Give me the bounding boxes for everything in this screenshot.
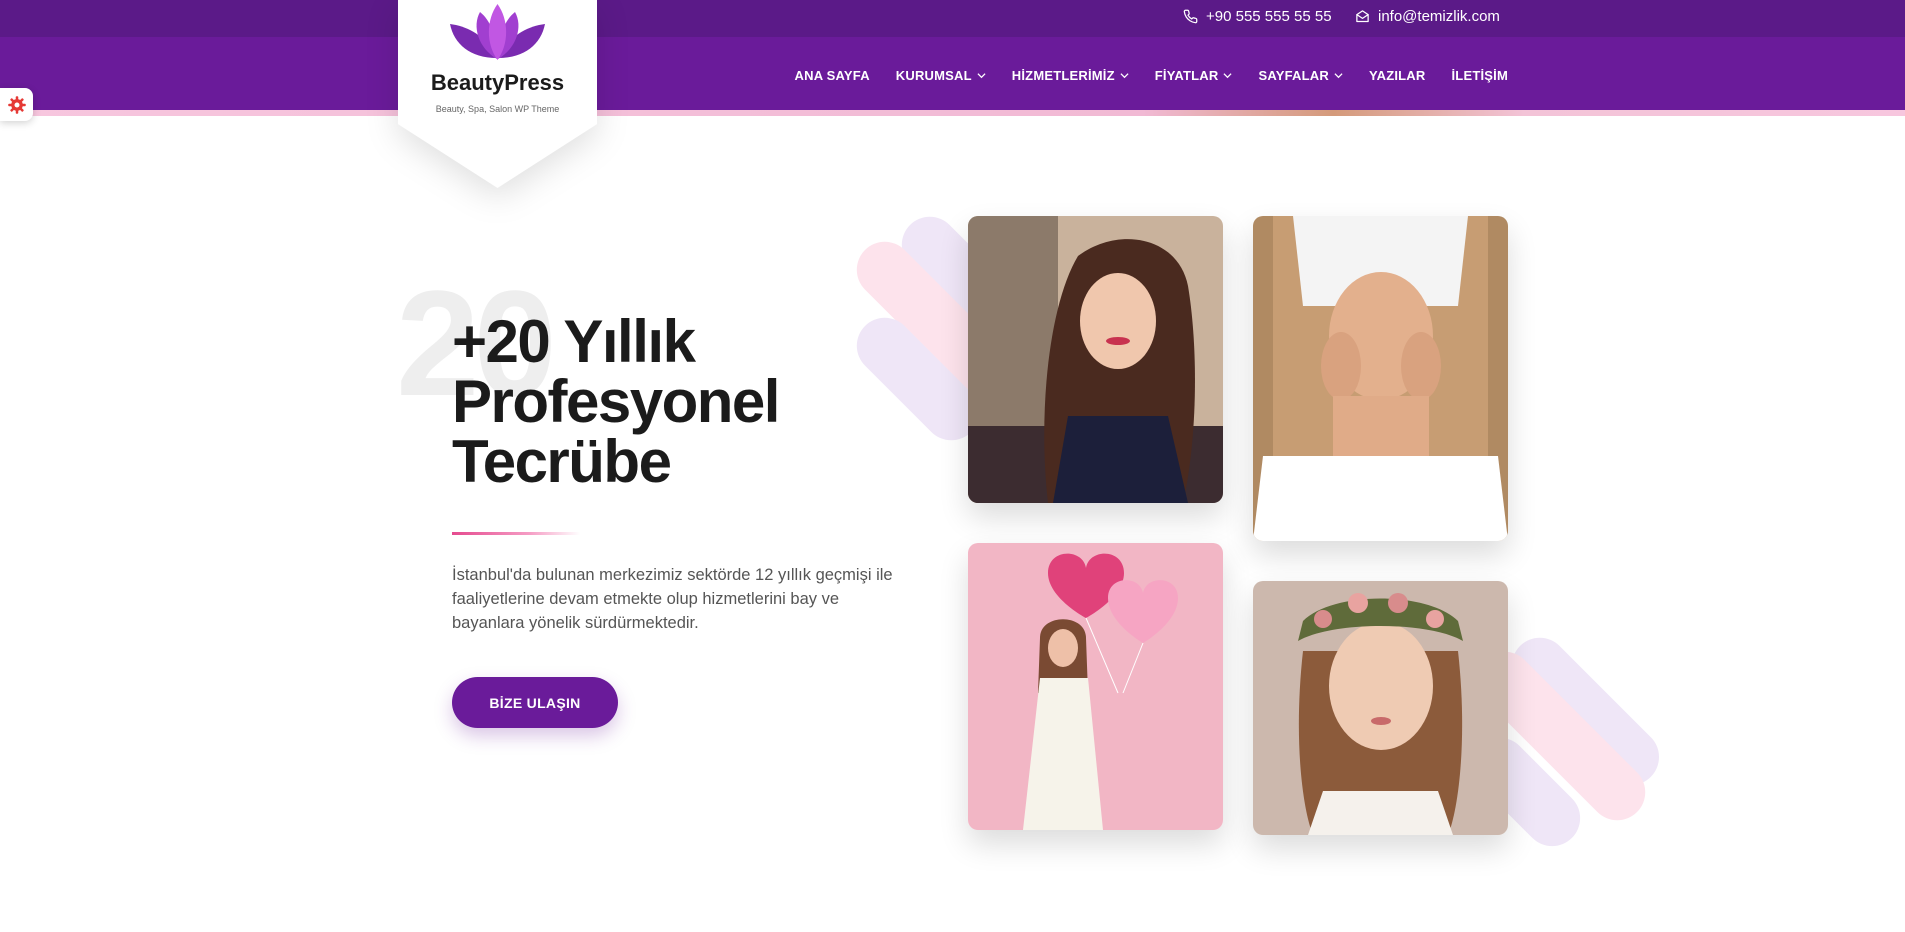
chevron-down-icon (1120, 72, 1129, 78)
gear-icon (7, 95, 26, 114)
email-contact[interactable]: info@temizlik.com (1355, 8, 1500, 25)
hair-salon-woman-photo (968, 216, 1223, 503)
nav-item-iletisim[interactable]: İLETİŞİM (1452, 68, 1509, 83)
chevron-down-icon (1334, 72, 1343, 78)
nav-item-label: ANA SAYFA (794, 67, 870, 83)
nav-item-kurumsal[interactable]: KURUMSAL (896, 68, 986, 83)
spa-face-massage-photo (1253, 216, 1508, 541)
nav-item-hizmetlerimiz[interactable]: HİZMETLERİMİZ (1012, 68, 1129, 83)
nav-item-label: YAZILAR (1368, 67, 1426, 83)
lotus-icon (450, 4, 545, 60)
site-logo[interactable]: BeautyPress Beauty, Spa, Salon WP Theme (398, 0, 597, 188)
nav-item-label: FİYATLAR (1154, 67, 1219, 83)
phone-icon (1183, 9, 1198, 24)
hero-heading-line: Tecrübe (452, 428, 672, 495)
woman-flower-crown-photo (1253, 581, 1508, 835)
envelope-icon (1356, 10, 1369, 23)
nav-item-label: SAYFALAR (1258, 67, 1329, 83)
phone-contact[interactable]: +90 555 555 55 55 (1183, 8, 1332, 25)
hero-heading-line: +20 Yıllık (452, 308, 696, 375)
woman-with-heart-balloons-photo (968, 543, 1223, 830)
top-info-bar (0, 0, 1905, 37)
nav-item-fiyatlar[interactable]: FİYATLAR (1155, 68, 1233, 83)
main-nav: ANA SAYFA KURUMSAL HİZMETLERİMİZ FİYATLA… (795, 37, 1508, 113)
nav-item-label: İLETİŞİM (1451, 67, 1508, 83)
chevron-down-icon (977, 72, 986, 78)
hero-heading: +20 Yıllık Profesyonel Tecrübe (452, 312, 872, 492)
logo-title: BeautyPress (430, 70, 565, 95)
heading-accent-divider (452, 532, 580, 535)
hero-heading-line: Profesyonel (452, 368, 780, 435)
contact-us-button[interactable]: BİZE ULAŞIN (452, 677, 618, 728)
nav-item-sayfalar[interactable]: SAYFALAR (1258, 67, 1343, 83)
chevron-down-icon (1223, 72, 1233, 78)
logo-subtitle: Beauty, Spa, Salon WP Theme (435, 104, 560, 114)
email-address: info@temizlik.com (1378, 8, 1500, 25)
nav-item-label: HİZMETLERİMİZ (1011, 67, 1115, 83)
settings-toggle[interactable] (0, 88, 33, 121)
hero-description: İstanbul'da bulunan merkezimiz sektörde … (452, 566, 893, 632)
nav-item-ana-sayfa[interactable]: ANA SAYFA (795, 68, 870, 83)
phone-number: +90 555 555 55 55 (1206, 8, 1332, 25)
nav-item-label: KURUMSAL (895, 67, 972, 83)
nav-item-yazilar[interactable]: YAZILAR (1369, 68, 1426, 83)
